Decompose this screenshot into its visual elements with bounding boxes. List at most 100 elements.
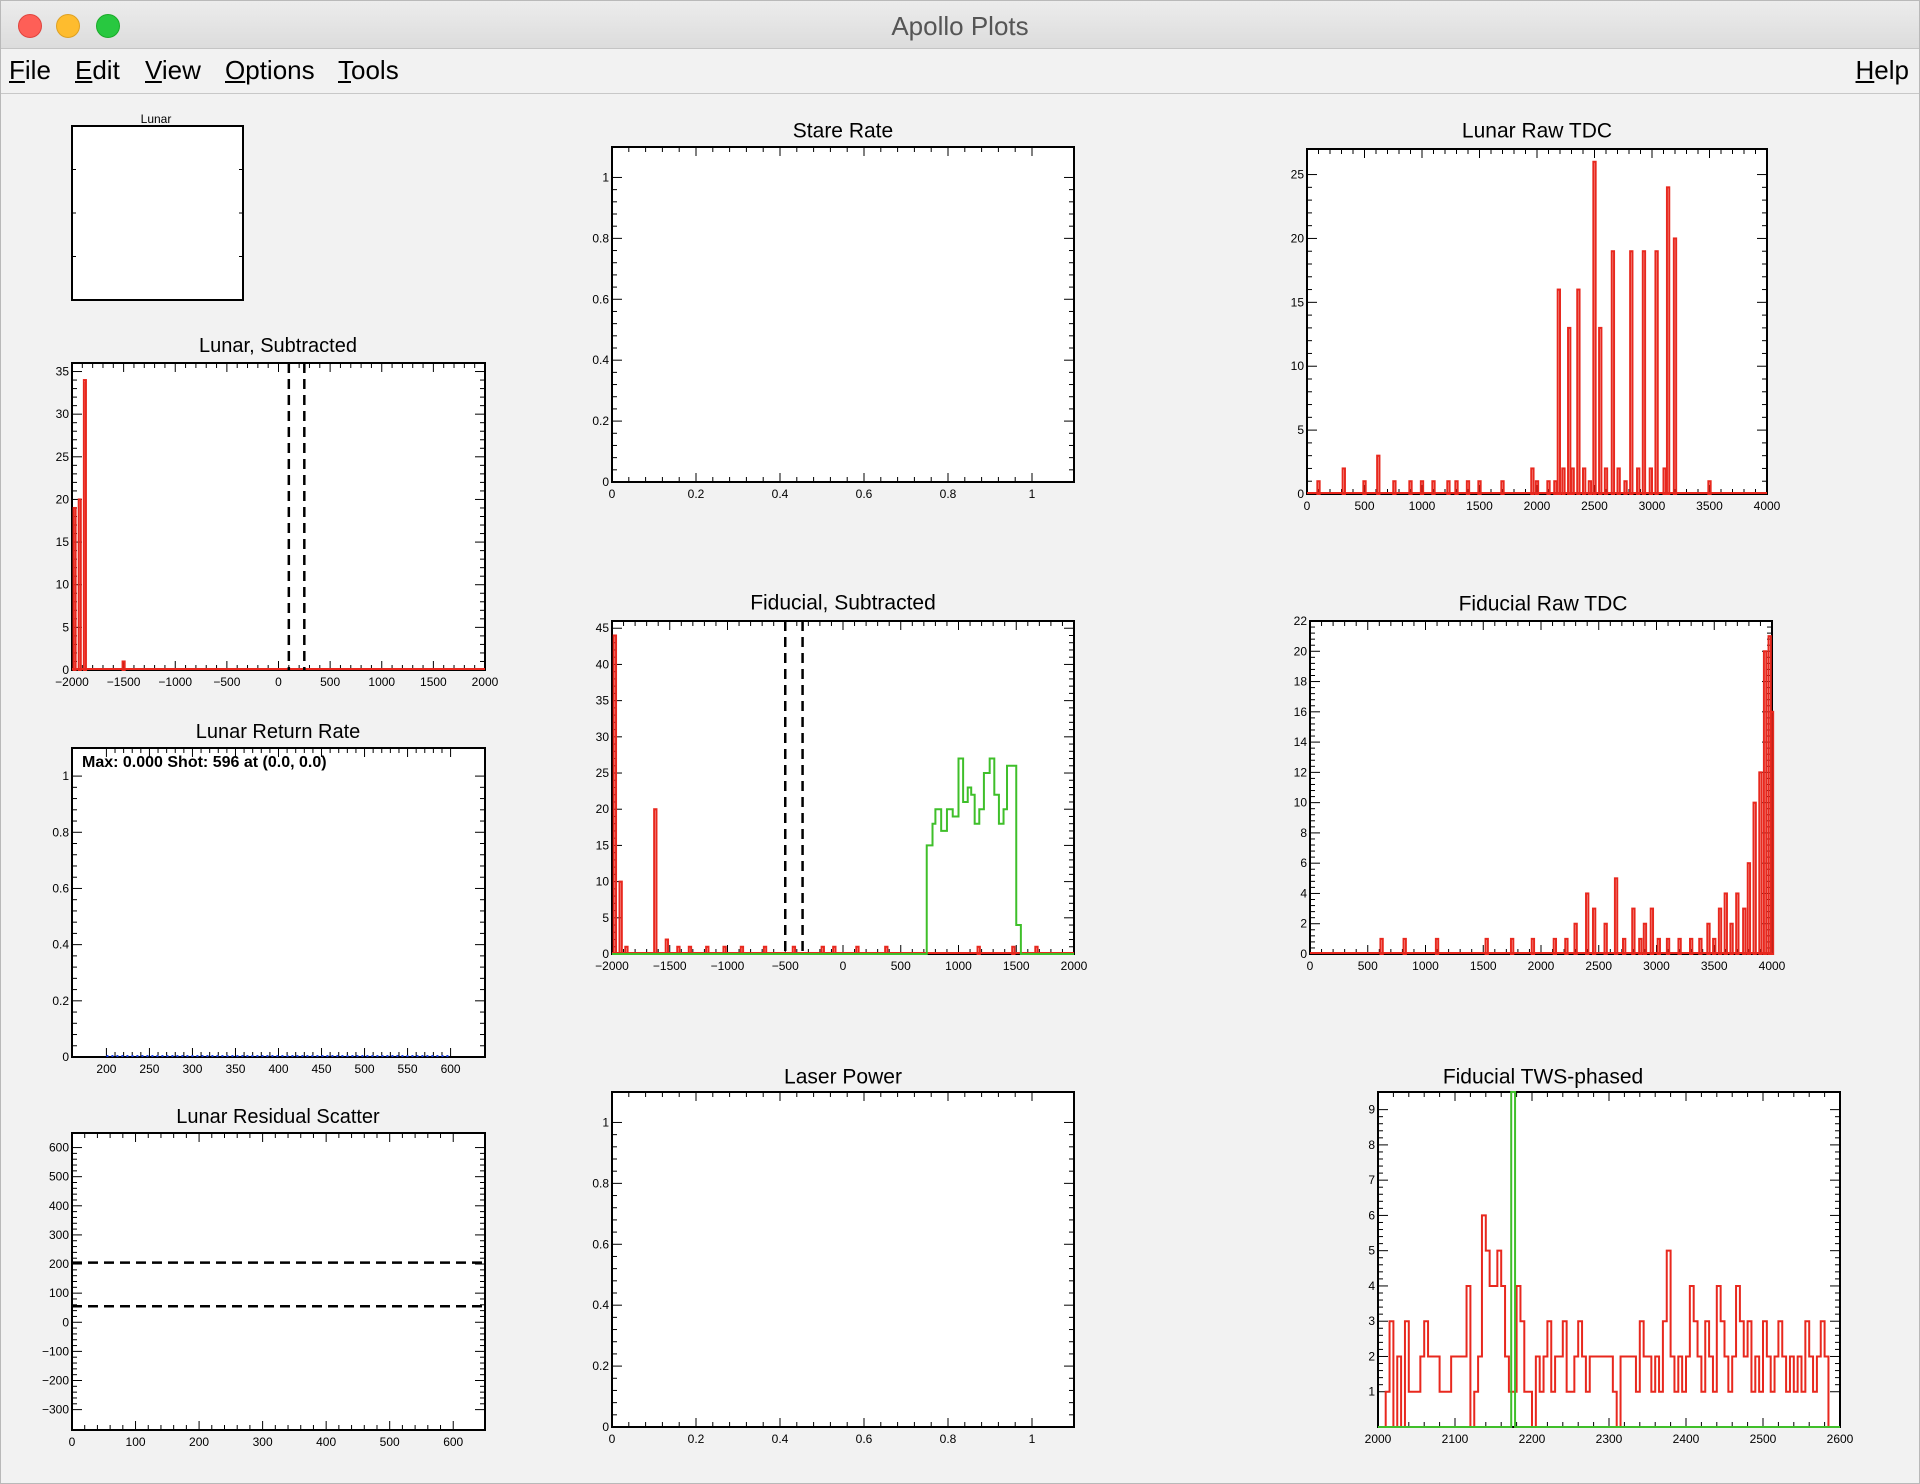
chart-title: Laser Power (784, 1065, 902, 1088)
x-tick-label: 2300 (1596, 1432, 1623, 1446)
plot-frame (611, 146, 1075, 483)
y-tick-label: 2 (1368, 1349, 1375, 1363)
x-tick-label: 500 (891, 959, 911, 973)
title-bar: Apollo Plots (1, 1, 1919, 49)
chart-title: Lunar Residual Scatter (176, 1106, 380, 1128)
x-tick-label: 2600 (1827, 1432, 1854, 1446)
x-tick-label: 0 (1304, 499, 1311, 513)
y-tick-label: 30 (56, 407, 70, 421)
x-tick-label: 300 (182, 1062, 202, 1076)
menu-options-rest: ptions (245, 55, 315, 85)
chart-resid[interactable]: Lunar Residual Scatter 0 100 200 300 400 500 60… (42, 1106, 486, 1449)
x-tick-label: 0.6 (856, 1432, 873, 1446)
plot-frame (1309, 620, 1773, 955)
y-tick-label: 100 (49, 1286, 69, 1300)
x-tick-label: −500 (213, 675, 240, 689)
plot-frame (611, 1091, 1075, 1428)
x-tick-label: 2500 (1750, 1432, 1777, 1446)
y-tick-label: 10 (1294, 796, 1308, 810)
x-tick-label: 0 (609, 1432, 616, 1446)
chart-lunar_sub[interactable]: Lunar, Subtracted −2000 −1500 −1000 −500 0 500… (55, 335, 499, 689)
chart-title: Stare Rate (793, 119, 893, 142)
window-title: Apollo Plots (891, 11, 1029, 41)
y-tick-label: 20 (596, 802, 610, 816)
y-tick-label: 3 (1368, 1314, 1375, 1328)
menu-view[interactable]: View (145, 55, 201, 86)
x-tick-label: 350 (225, 1062, 245, 1076)
x-tick-label: 0.2 (688, 487, 705, 501)
y-tick-label: 0.2 (592, 414, 609, 428)
y-tick-label: 300 (49, 1228, 69, 1242)
y-tick-label: 5 (602, 911, 609, 925)
x-tick-label: 550 (398, 1062, 418, 1076)
app-window: Apollo Plots File Edit View Options Tool… (0, 0, 1920, 1484)
y-tick-label: 20 (1291, 231, 1305, 245)
menu-help[interactable]: Help (1856, 55, 1909, 86)
y-tick-label: 35 (56, 365, 70, 379)
menu-options[interactable]: Options (225, 55, 315, 86)
x-tick-label: 600 (443, 1435, 463, 1449)
chart-lunar_raw[interactable]: Lunar Raw TDC 0 500 1000 1500 2000 2500 3000 350… (1291, 119, 1781, 513)
x-tick-label: 1500 (420, 675, 447, 689)
plot-frame (611, 620, 1075, 955)
y-tick-label: 0.4 (52, 938, 69, 952)
y-tick-label: 0.2 (52, 994, 69, 1008)
chart-fid_sub[interactable]: Fiducial, Subtracted −2000 −1500 −1000 −500 0… (595, 591, 1088, 973)
chart-tws[interactable]: Fiducial TWS-phased 2000 2100 2200 2300 2400 2… (1365, 1065, 1854, 1446)
y-tick-label: 16 (1294, 705, 1308, 719)
x-tick-label: 500 (355, 1062, 375, 1076)
menu-tools[interactable]: Tools (338, 55, 399, 86)
x-tick-label: 1 (1029, 1432, 1036, 1446)
menu-file[interactable]: File (9, 55, 51, 86)
x-tick-label: −1500 (107, 675, 141, 689)
chart-return_rate[interactable]: Lunar Return Rate 200 250 300 350 400 450 500 55… (52, 721, 486, 1076)
y-tick-label: 0.6 (52, 881, 69, 895)
y-tick-label: 20 (1294, 644, 1308, 658)
y-tick-label: −100 (42, 1344, 69, 1358)
chart-laser[interactable]: Laser Power 0 0.2 0.4 0.6 0.8 1 0 0.2 0.4 0.6 0.8 1 (592, 1065, 1075, 1446)
y-tick-label: 8 (1368, 1138, 1375, 1152)
chart-title: Fiducial TWS-phased (1443, 1065, 1643, 1088)
x-tick-label: 500 (1358, 959, 1378, 973)
x-tick-label: −1000 (711, 959, 745, 973)
y-tick-label: 1 (1368, 1385, 1375, 1399)
x-tick-label: 250 (139, 1062, 159, 1076)
x-tick-label: 3000 (1643, 959, 1670, 973)
x-tick-label: 2000 (1528, 959, 1555, 973)
chart-title: Lunar (141, 112, 172, 126)
x-tick-label: 0 (69, 1435, 76, 1449)
x-tick-label: −500 (772, 959, 799, 973)
y-tick-label: 2 (1300, 917, 1307, 931)
x-tick-label: 4000 (1754, 499, 1781, 513)
y-tick-label: 5 (62, 620, 69, 634)
y-tick-label: 0 (602, 475, 609, 489)
x-tick-label: 1000 (1412, 959, 1439, 973)
x-tick-label: 2000 (1524, 499, 1551, 513)
max-shot-annotation: Max: 0.000 Shot: 596 at (0.0, 0.0) (82, 754, 327, 771)
y-tick-label: 0 (602, 1420, 609, 1434)
x-tick-label: 1000 (945, 959, 972, 973)
plot-frame (71, 747, 486, 1058)
y-tick-label: 0 (602, 947, 609, 961)
x-tick-label: 1500 (1470, 959, 1497, 973)
y-tick-label: 6 (1300, 856, 1307, 870)
chart-lunar[interactable]: Lunar (71, 112, 244, 301)
chart-title: Lunar Return Rate (196, 721, 361, 743)
y-tick-label: 200 (49, 1257, 69, 1271)
chart-title: Fiducial, Subtracted (750, 591, 936, 614)
menu-edit[interactable]: Edit (75, 55, 120, 86)
y-tick-label: 5 (1368, 1244, 1375, 1258)
chart-stare[interactable]: Stare Rate 0 0.2 0.4 0.6 0.8 1 0 0.2 0.4 0.6 0.8 1 (592, 119, 1075, 501)
y-tick-label: 45 (596, 621, 610, 635)
x-tick-label: −1000 (158, 675, 192, 689)
x-tick-label: 0 (840, 959, 847, 973)
y-tick-label: 0.6 (592, 1237, 609, 1251)
y-tick-label: 15 (56, 535, 70, 549)
x-tick-label: 0.8 (940, 487, 957, 501)
plot-canvas[interactable]: Lunar Stare Rate 0 0.2 0.4 0.6 0.8 1 0 0.2 0.4 0.6 0… (5, 96, 1917, 1481)
x-tick-label: 0.4 (772, 487, 789, 501)
x-tick-label: 2500 (1581, 499, 1608, 513)
y-tick-label: 40 (596, 657, 610, 671)
chart-fid_raw[interactable]: Fiducial Raw TDC 0 500 1000 1500 2000 2500 3000… (1294, 592, 1786, 973)
x-tick-label: 500 (320, 675, 340, 689)
